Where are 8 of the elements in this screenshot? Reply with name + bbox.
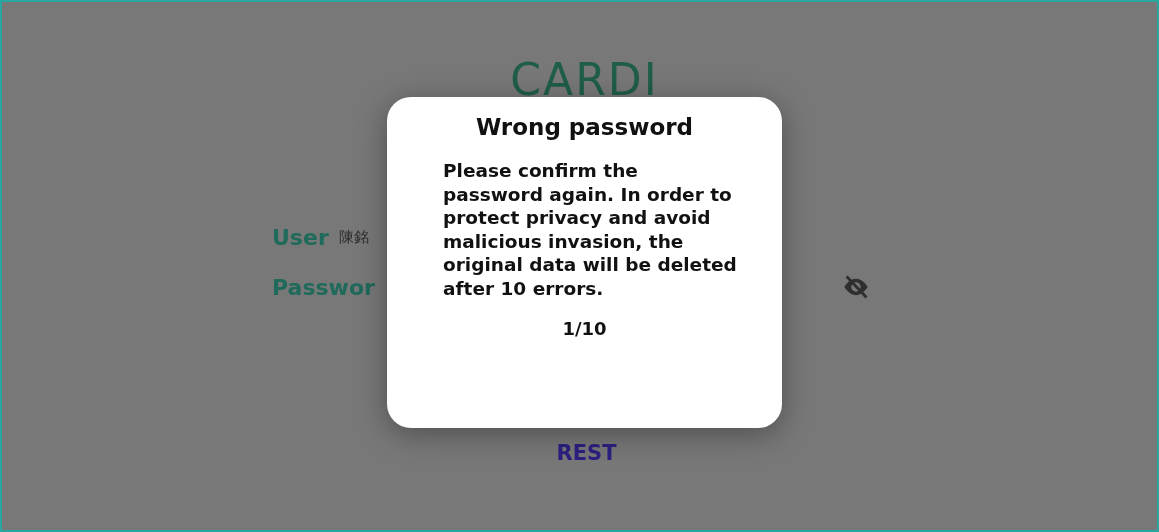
reset-button[interactable]: REST bbox=[552, 439, 621, 467]
dialog-message: Please confirm the password again. In order to protect privacy and avoid malicious invasion, the original data will be deleted after 10 errors. bbox=[443, 159, 738, 300]
password-label: Passwor bbox=[272, 274, 375, 300]
user-label: User bbox=[272, 224, 329, 250]
dialog-title: Wrong password bbox=[475, 113, 694, 142]
user-value: 陳銘 bbox=[338, 227, 369, 247]
logo-text: CARDI bbox=[510, 54, 659, 106]
error-count: 1/10 bbox=[562, 318, 607, 339]
